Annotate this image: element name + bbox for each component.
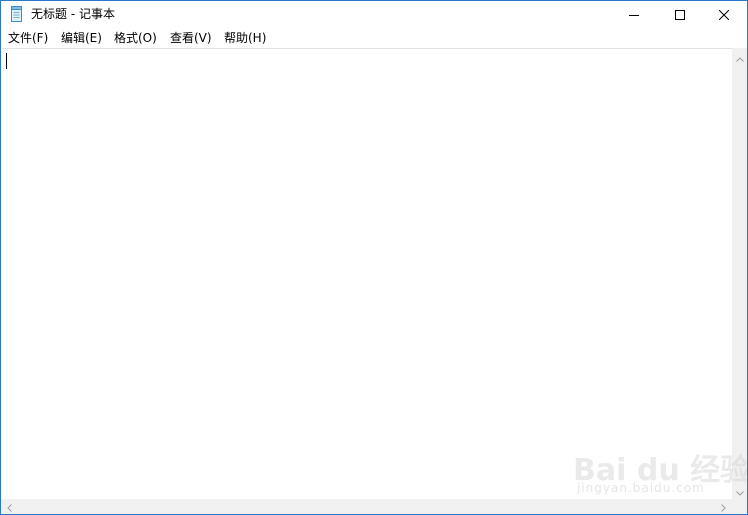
horizontal-scrollbar[interactable]: [1, 499, 732, 514]
notepad-window: 无标题 - 记事本 文件(F) 编辑(E) 格式(O) 查看(V) 帮助(H): [0, 0, 748, 515]
scrollbar-corner: [732, 499, 747, 514]
menu-view[interactable]: 查看(V): [170, 30, 212, 46]
minimize-button[interactable]: [611, 1, 657, 27]
menu-file[interactable]: 文件(F): [8, 30, 48, 46]
notepad-icon: [10, 6, 24, 22]
vertical-scrollbar[interactable]: [732, 48, 747, 499]
window-title: 无标题 - 记事本: [31, 7, 115, 21]
menu-format[interactable]: 格式(O): [114, 30, 157, 46]
title-bar[interactable]: 无标题 - 记事本: [1, 1, 747, 27]
menu-bar: 文件(F) 编辑(E) 格式(O) 查看(V) 帮助(H): [1, 28, 747, 48]
maximize-icon: [675, 5, 685, 24]
watermark-url: jingyan.baidu.com: [577, 481, 705, 495]
scroll-up-button[interactable]: [732, 48, 747, 65]
close-button[interactable]: [701, 1, 747, 27]
menu-help[interactable]: 帮助(H): [224, 30, 266, 46]
minimize-icon: [629, 5, 639, 24]
menu-edit[interactable]: 编辑(E): [61, 30, 102, 46]
scroll-right-button[interactable]: [715, 499, 732, 514]
scroll-left-button[interactable]: [1, 499, 18, 514]
baidu-watermark: Bai du 经验 jingyan.baidu.com: [573, 431, 747, 501]
scroll-left-icon: [7, 497, 12, 514]
maximize-button[interactable]: [657, 1, 703, 27]
text-caret: [6, 53, 7, 69]
scroll-up-icon: [735, 47, 744, 66]
close-icon: [718, 5, 730, 24]
